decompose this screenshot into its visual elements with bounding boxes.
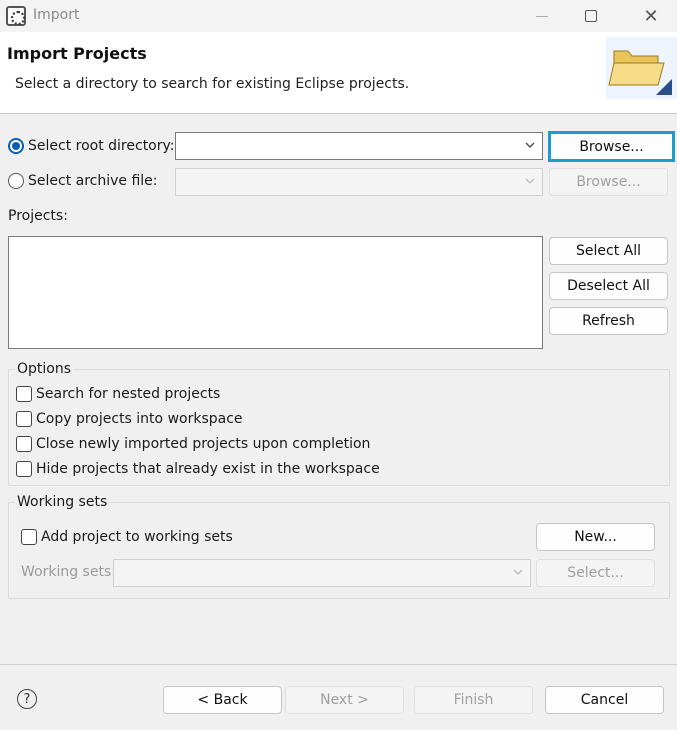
nested-projects-label: Search for nested projects [36,386,221,402]
browse-archive-button[interactable]: Browse... [549,168,668,196]
projects-label: Projects: [8,208,68,224]
next-button[interactable]: Next > [285,686,404,714]
add-working-sets-checkbox[interactable] [21,529,37,545]
select-all-button[interactable]: Select All [549,237,668,265]
back-button[interactable]: < Back [163,686,282,714]
chevron-down-icon [525,178,535,184]
minimize-button[interactable] [519,0,565,32]
archive-file-combo[interactable] [175,168,543,196]
select-working-sets-button[interactable]: Select... [536,559,655,587]
archive-file-label: Select archive file: [28,173,158,189]
finish-button[interactable]: Finish [414,686,533,714]
page-description: Select a directory to search for existin… [15,76,410,92]
close-icon: ✕ [643,5,659,27]
deselect-all-button[interactable]: Deselect All [549,272,668,300]
help-icon[interactable]: ? [17,689,37,709]
footer-separator [0,664,677,665]
new-working-set-button[interactable]: New... [536,523,655,551]
hide-existing-checkbox[interactable] [16,461,32,477]
maximize-icon [585,10,597,22]
maximize-button[interactable] [568,0,614,32]
minimize-icon [536,15,548,17]
chevron-down-icon [513,569,523,575]
refresh-button[interactable]: Refresh [549,307,668,335]
close-button[interactable]: ✕ [628,0,674,32]
copy-projects-label: Copy projects into workspace [36,411,243,427]
working-sets-label: Working sets: [21,564,116,580]
archive-file-radio[interactable] [8,173,24,189]
window-title: Import [33,7,80,23]
cancel-button[interactable]: Cancel [545,686,664,714]
copy-projects-checkbox[interactable] [16,411,32,427]
add-working-sets-label: Add project to working sets [41,529,233,545]
app-icon [6,6,26,26]
chevron-down-icon [525,142,535,148]
browse-directory-button[interactable]: Browse... [548,131,675,162]
close-projects-checkbox[interactable] [16,436,32,452]
root-directory-combo[interactable] [175,132,543,160]
root-directory-radio[interactable] [8,138,24,154]
nested-projects-checkbox[interactable] [16,386,32,402]
working-sets-combo[interactable] [113,559,531,587]
close-projects-label: Close newly imported projects upon compl… [36,436,371,452]
folder-icon [606,37,677,99]
page-title: Import Projects [7,44,147,63]
working-sets-group-label: Working sets [15,494,110,510]
options-group-label: Options [15,361,74,377]
hide-existing-label: Hide projects that already exist in the … [36,461,380,477]
projects-list[interactable] [8,236,543,349]
root-directory-label: Select root directory: [28,138,175,154]
